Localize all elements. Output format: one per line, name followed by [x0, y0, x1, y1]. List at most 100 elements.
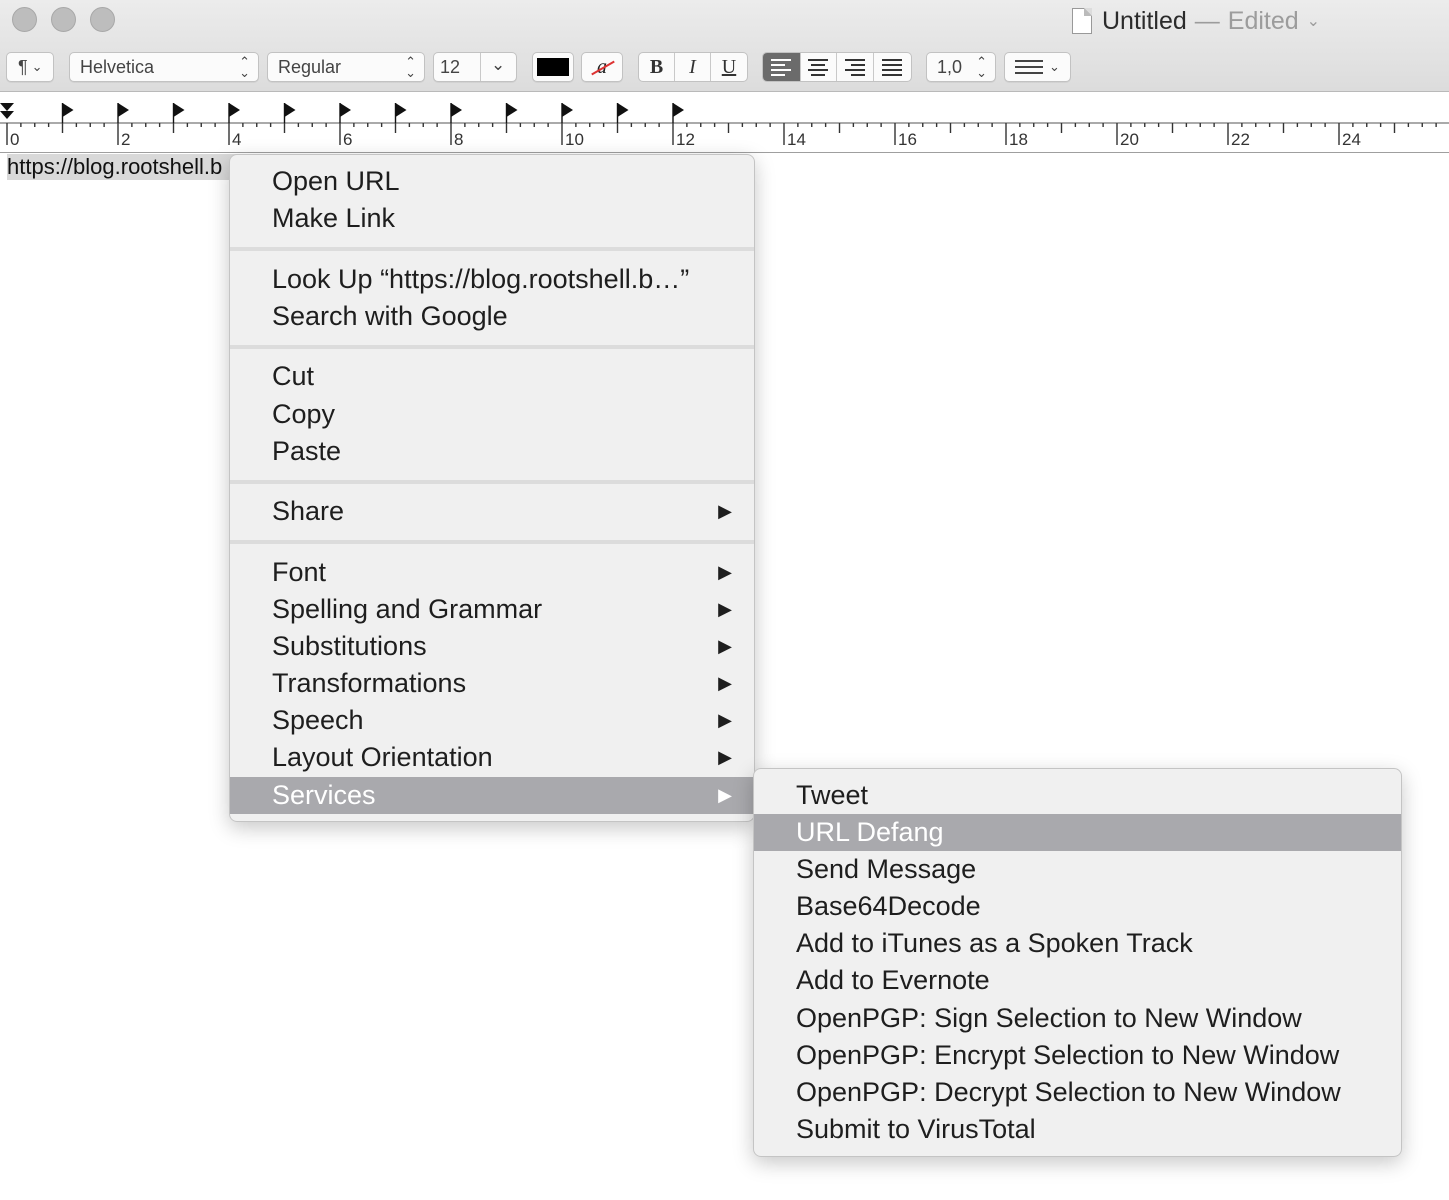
menu-item-copy[interactable]: Copy	[230, 396, 754, 433]
tab-stop-marker[interactable]	[229, 103, 240, 117]
ruler-label: 24	[1342, 130, 1361, 149]
stepper-arrows-icon: ⌃ ⌄	[976, 54, 987, 80]
window-title[interactable]: Untitled — Edited ⌄	[1072, 4, 1320, 38]
ruler-label: 2	[121, 130, 130, 149]
align-left-icon	[771, 58, 792, 76]
window-titlebar: Untitled — Edited ⌄ ¶ ⌄ Helvetica ⌃ ⌄ Reg…	[0, 0, 1449, 92]
menu-item-label: Transformations	[272, 668, 467, 698]
menu-item-services[interactable]: Services ▶	[230, 777, 754, 814]
services-submenu: Tweet URL Defang Send Message Base64Deco…	[753, 768, 1402, 1157]
font-size-value: 12	[440, 56, 461, 77]
menu-item-look-up[interactable]: Look Up “https://blog.rootshell.b…”	[230, 261, 754, 298]
tab-stop-marker[interactable]	[118, 103, 129, 117]
menu-item-layout-orientation[interactable]: Layout Orientation ▶	[230, 739, 754, 776]
ruler-label: 6	[343, 130, 352, 149]
service-item-openpgp-decrypt[interactable]: OpenPGP: Decrypt Selection to New Window	[754, 1074, 1401, 1111]
menu-separator	[230, 480, 754, 484]
edited-status: Edited	[1227, 6, 1299, 35]
ruler-label: 18	[1009, 130, 1028, 149]
bold-button[interactable]: B	[639, 53, 675, 81]
underline-button[interactable]: U	[711, 53, 747, 81]
menu-item-cut[interactable]: Cut	[230, 358, 754, 395]
zoom-window-button[interactable]	[90, 7, 115, 32]
ruler-label: 14	[787, 130, 806, 149]
menu-item-open-url[interactable]: Open URL	[230, 163, 754, 200]
minimize-window-button[interactable]	[51, 7, 76, 32]
justify-icon	[882, 58, 903, 76]
italic-button[interactable]: I	[675, 53, 711, 81]
menu-item-label: Font	[272, 557, 327, 587]
align-right-button[interactable]	[837, 53, 874, 81]
tab-stop-marker[interactable]	[395, 103, 407, 117]
list-style-popup[interactable]: ⌄	[1004, 52, 1071, 82]
tab-stop-marker[interactable]	[451, 103, 462, 117]
close-window-button[interactable]	[12, 7, 37, 32]
ruler-label: 20	[1120, 130, 1139, 149]
service-item-openpgp-sign[interactable]: OpenPGP: Sign Selection to New Window	[754, 1000, 1401, 1037]
document-text-selection[interactable]: https://blog.rootshell.b	[7, 154, 243, 180]
tab-stop-marker[interactable]	[284, 103, 296, 117]
ruler-label: 8	[454, 130, 463, 149]
menu-item-label: Services	[272, 780, 376, 810]
service-item-url-defang[interactable]: URL Defang	[754, 814, 1401, 851]
font-size-combo[interactable]: 12 ⌄	[433, 52, 517, 82]
menu-item-paste[interactable]: Paste	[230, 433, 754, 470]
menu-item-speech[interactable]: Speech ▶	[230, 702, 754, 739]
menu-item-share[interactable]: Share ▶	[230, 493, 754, 530]
tab-stop-marker[interactable]	[340, 103, 351, 117]
service-item-send-message[interactable]: Send Message	[754, 851, 1401, 888]
service-item-itunes-spoken-track[interactable]: Add to iTunes as a Spoken Track	[754, 925, 1401, 962]
indent-marker-icon[interactable]	[0, 103, 14, 119]
font-style-popup[interactable]: Regular ⌃ ⌄	[267, 52, 425, 82]
submenu-arrow-icon: ▶	[718, 747, 732, 767]
stepper-arrows-icon: ⌃ ⌄	[405, 54, 416, 80]
paragraph-icon: ¶	[18, 56, 28, 77]
submenu-arrow-icon: ▶	[718, 501, 732, 521]
service-item-virustotal[interactable]: Submit to VirusTotal	[754, 1111, 1401, 1148]
align-center-button[interactable]	[801, 53, 838, 81]
font-style-buttons: B I U	[638, 52, 748, 82]
menu-item-label: Substitutions	[272, 631, 427, 661]
service-item-openpgp-encrypt[interactable]: OpenPGP: Encrypt Selection to New Window	[754, 1037, 1401, 1074]
document-icon	[1072, 8, 1092, 34]
service-item-tweet[interactable]: Tweet	[754, 777, 1401, 814]
menu-item-spelling-grammar[interactable]: Spelling and Grammar ▶	[230, 591, 754, 628]
text-color-well[interactable]	[532, 52, 574, 82]
line-spacing-popup[interactable]: 1,0 ⌃ ⌄	[926, 52, 996, 82]
tab-stop-marker[interactable]	[673, 103, 684, 117]
chevron-down-icon: ⌄	[31, 59, 43, 74]
ruler[interactable]: 0 2 4 6 8 10 12 14 16 18 20 22 24	[0, 93, 1449, 153]
menu-separator	[230, 345, 754, 349]
menu-item-label: Share	[272, 496, 345, 526]
justify-button[interactable]	[874, 53, 911, 81]
alignment-buttons	[762, 52, 912, 82]
menu-item-substitutions[interactable]: Substitutions ▶	[230, 628, 754, 665]
submenu-arrow-icon: ▶	[718, 636, 732, 656]
tab-stop-marker[interactable]	[617, 103, 629, 117]
align-left-button[interactable]	[763, 53, 801, 81]
document-name: Untitled	[1102, 6, 1187, 35]
text-color-swatch	[537, 58, 569, 76]
ruler-label: 16	[898, 130, 917, 149]
chevron-down-icon[interactable]: ⌄	[491, 55, 505, 75]
chevron-down-icon: ⌄	[1049, 59, 1060, 74]
menu-item-make-link[interactable]: Make Link	[230, 200, 754, 237]
service-item-base64decode[interactable]: Base64Decode	[754, 888, 1401, 925]
highlight-color-well[interactable]: a	[581, 52, 623, 82]
menu-item-label: Spelling and Grammar	[272, 594, 543, 624]
tab-stop-marker[interactable]	[506, 103, 518, 117]
submenu-arrow-icon: ▶	[718, 562, 732, 582]
menu-item-search-google[interactable]: Search with Google	[230, 298, 754, 335]
menu-item-font[interactable]: Font ▶	[230, 554, 754, 591]
font-family-popup[interactable]: Helvetica ⌃ ⌄	[69, 52, 259, 82]
tab-stop-marker[interactable]	[173, 103, 185, 117]
menu-item-label: Layout Orientation	[272, 742, 493, 772]
line-spacing-value: 1,0	[937, 56, 963, 77]
tab-stop-marker[interactable]	[62, 103, 74, 117]
tab-stop-marker[interactable]	[562, 103, 573, 117]
service-item-evernote[interactable]: Add to Evernote	[754, 962, 1401, 999]
ruler-label: 10	[565, 130, 584, 149]
combo-divider	[480, 53, 481, 81]
paragraph-style-popup[interactable]: ¶ ⌄	[6, 52, 54, 82]
menu-item-transformations[interactable]: Transformations ▶	[230, 665, 754, 702]
